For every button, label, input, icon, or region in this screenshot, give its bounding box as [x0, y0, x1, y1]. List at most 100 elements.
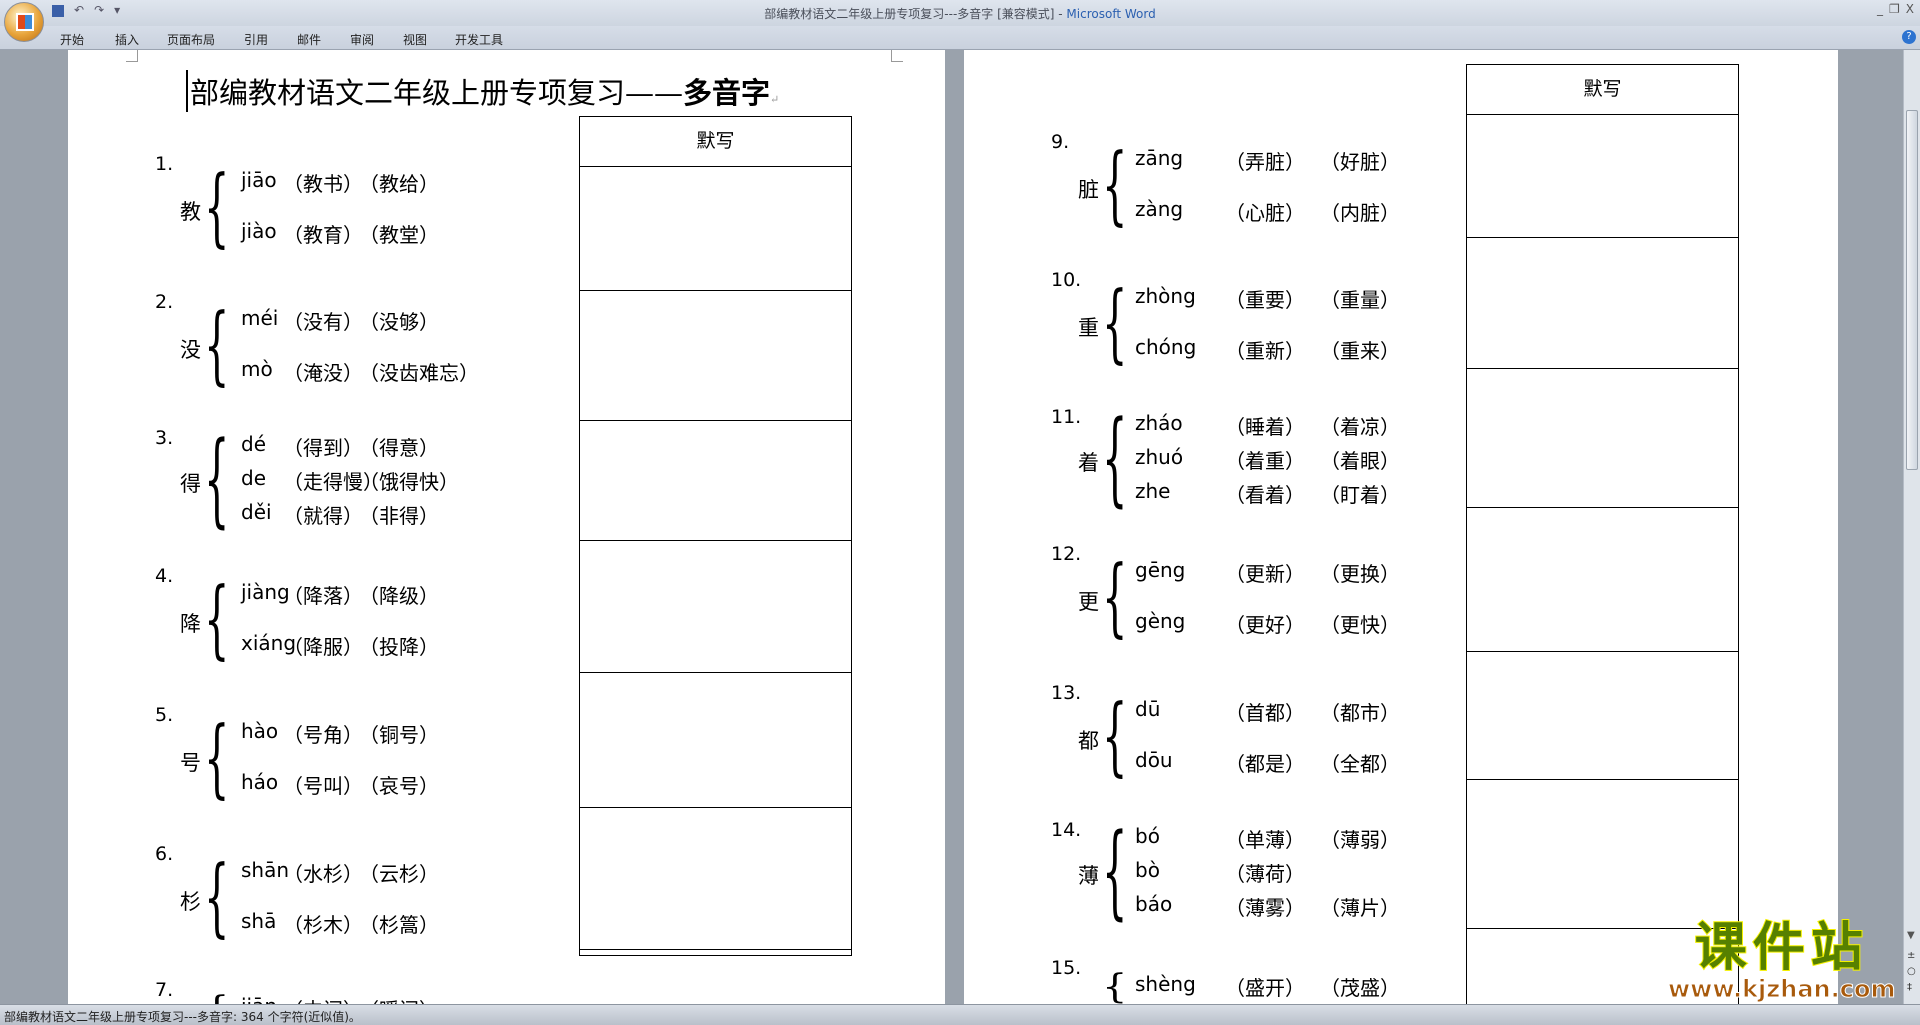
- polyphonic-character: 重: [1078, 315, 1099, 340]
- pinyin: děi: [241, 500, 272, 524]
- example-word: 心脏: [1225, 197, 1305, 226]
- document-title[interactable]: 部编教材语文二年级上册专项复习——多音字↵: [186, 70, 779, 112]
- example-word: 内脏: [1320, 197, 1400, 226]
- tab-home[interactable]: 开始: [60, 31, 84, 48]
- watermark-name: 课件站: [1694, 918, 1869, 978]
- dictation-table-right[interactable]: 默写: [1466, 64, 1739, 1004]
- example-word: 得意: [359, 432, 439, 461]
- example-word: 好脏: [1320, 146, 1400, 175]
- dictation-table-left[interactable]: 默写: [579, 116, 852, 956]
- pinyin: háo: [241, 770, 279, 794]
- example-word: 教育: [283, 219, 363, 248]
- polyphonic-character: 着: [1078, 451, 1099, 475]
- example-word: 非得: [359, 500, 439, 529]
- example-word: 降服: [283, 631, 363, 660]
- pinyin: jiān: [241, 994, 277, 1004]
- watermark-url: www.kjzhan.com: [1667, 975, 1896, 1003]
- pinyin: zhe: [1135, 479, 1171, 503]
- brace-icon: {: [204, 571, 230, 670]
- example-word: 哀号: [359, 770, 439, 799]
- table-row[interactable]: [580, 166, 851, 167]
- example-word: 得到: [283, 432, 363, 461]
- example-word: 更好: [1225, 609, 1305, 638]
- scroll-down-icon[interactable]: ▼: [1907, 930, 1915, 941]
- minimize-icon[interactable]: _: [1877, 2, 1883, 16]
- example-word: 茂盛: [1320, 972, 1400, 1001]
- brace-icon: {: [204, 297, 230, 396]
- example-word: 没够: [359, 306, 439, 335]
- app-name: Microsoft Word: [1066, 7, 1156, 21]
- item-number: 14.: [1051, 819, 1082, 841]
- status-text: 部编教材语文二年级上册专项复习---多音字: 364 个字符(近似值)。: [4, 1010, 361, 1024]
- table-row[interactable]: [580, 672, 851, 673]
- tab-review[interactable]: 审阅: [350, 31, 374, 48]
- tab-insert[interactable]: 插入: [115, 31, 139, 48]
- restore-icon[interactable]: ❐: [1889, 2, 1900, 16]
- polyphonic-character: 都: [1078, 728, 1099, 753]
- pinyin: de: [241, 466, 266, 490]
- example-word: 着凉: [1320, 411, 1400, 440]
- previous-page-icon[interactable]: ±: [1907, 950, 1915, 961]
- table-row[interactable]: [580, 420, 851, 421]
- select-browse-object-icon[interactable]: ○: [1907, 966, 1916, 977]
- vertical-scrollbar[interactable]: ▼ ± ○ ‡: [1903, 50, 1920, 1004]
- pinyin: shèng: [1135, 972, 1196, 996]
- table-header-dictation: 默写: [1583, 78, 1622, 100]
- polyphonic-character: 脏: [1078, 177, 1099, 202]
- table-row[interactable]: [580, 290, 851, 291]
- example-word: 着重: [1225, 445, 1305, 474]
- example-word: 饿得快: [359, 466, 459, 495]
- table-row[interactable]: [1467, 779, 1738, 780]
- brace-icon: {: [1102, 137, 1128, 236]
- table-row[interactable]: [1467, 237, 1738, 238]
- brace-icon: {: [204, 992, 229, 1004]
- item-number: 10.: [1051, 269, 1082, 291]
- brace-icon: {: [204, 849, 230, 948]
- example-word: 薄荷: [1225, 858, 1305, 887]
- tab-references[interactable]: 引用: [244, 31, 268, 48]
- pinyin: shān: [241, 858, 290, 882]
- example-word: 淹没: [283, 357, 363, 386]
- brace-icon: {: [204, 422, 230, 540]
- example-word: 没齿难忘: [359, 357, 479, 386]
- table-row[interactable]: [1467, 368, 1738, 369]
- pinyin: jiào: [241, 219, 277, 243]
- brace-icon: {: [1102, 814, 1128, 932]
- pinyin: gēng: [1135, 558, 1186, 582]
- example-word: 杉篙: [359, 909, 439, 938]
- pinyin: shā: [241, 909, 277, 933]
- pinyin: bò: [1135, 858, 1160, 882]
- tab-view[interactable]: 视图: [403, 31, 427, 48]
- example-word: 教堂: [359, 219, 439, 248]
- tab-mailings[interactable]: 邮件: [297, 31, 321, 48]
- example-word: 薄片: [1320, 892, 1400, 921]
- close-icon[interactable]: X: [1906, 2, 1914, 16]
- pinyin: gèng: [1135, 609, 1186, 633]
- help-icon[interactable]: ?: [1902, 30, 1916, 44]
- table-row[interactable]: [580, 949, 851, 950]
- tab-page-layout[interactable]: 页面布局: [167, 31, 215, 48]
- example-word: 全都: [1320, 748, 1400, 777]
- scrollbar-thumb[interactable]: [1906, 110, 1918, 470]
- example-word: 更快: [1320, 609, 1400, 638]
- document-name: 部编教材语文二年级上册专项复习---多音字 [兼容模式]: [764, 7, 1055, 21]
- item-number: 13.: [1051, 682, 1082, 704]
- pinyin: chóng: [1135, 335, 1197, 359]
- table-row[interactable]: [1467, 651, 1738, 652]
- polyphonic-character: 没: [180, 337, 201, 362]
- office-button[interactable]: [4, 2, 44, 42]
- pinyin: zàng: [1135, 197, 1184, 221]
- table-row[interactable]: [580, 807, 851, 808]
- example-word: 首都: [1225, 697, 1305, 726]
- table-row[interactable]: [1467, 114, 1738, 115]
- item-number: 11.: [1051, 406, 1082, 428]
- table-row[interactable]: [1467, 507, 1738, 508]
- next-page-icon[interactable]: ‡: [1907, 982, 1912, 993]
- example-word: 都是: [1225, 748, 1305, 777]
- window-controls: _ ❐ X: [1877, 2, 1914, 16]
- table-row[interactable]: [580, 540, 851, 541]
- pinyin: zhòng: [1135, 284, 1196, 308]
- ribbon-tabs: 开始 插入 页面布局 引用 邮件 审阅 视图 开发工具 ?: [0, 26, 1920, 50]
- tab-developer[interactable]: 开发工具: [455, 31, 503, 48]
- item-number: 4.: [155, 565, 174, 587]
